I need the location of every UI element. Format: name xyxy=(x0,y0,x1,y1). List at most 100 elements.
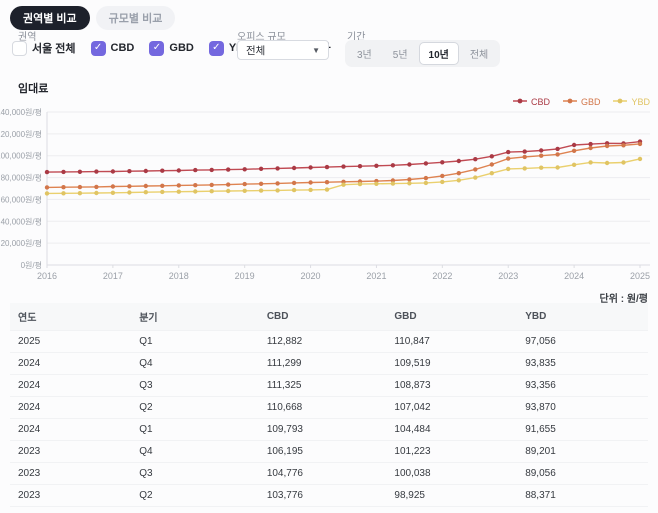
data-point-GBD xyxy=(275,181,279,185)
y-axis-tick-label: 100,000원/평 xyxy=(0,151,42,161)
data-point-YBD xyxy=(127,190,131,194)
data-point-CBD xyxy=(341,164,345,168)
x-axis-tick-label: 2023 xyxy=(498,271,518,281)
data-point-YBD xyxy=(588,160,592,164)
table-row: 2023Q3104,776100,03889,056 xyxy=(10,463,648,485)
data-point-YBD xyxy=(473,175,477,179)
series-line-YBD xyxy=(47,159,640,194)
period-option-3년[interactable]: 3년 xyxy=(347,42,382,65)
table-cell: 2024 xyxy=(10,375,131,397)
table-cell: Q3 xyxy=(131,375,259,397)
data-point-YBD xyxy=(193,189,197,193)
chevron-down-icon: ▼ xyxy=(312,46,320,55)
data-point-YBD xyxy=(160,190,164,194)
data-point-CBD xyxy=(506,150,510,154)
table-cell: 110,668 xyxy=(259,397,387,419)
tab-region-compare[interactable]: 권역별 비교 xyxy=(10,6,90,30)
data-point-GBD xyxy=(292,181,296,185)
table-cell: 103,331 xyxy=(259,507,387,513)
x-axis-tick-label: 2025 xyxy=(630,271,650,281)
data-point-GBD xyxy=(259,182,263,186)
office-size-select[interactable]: 전체 ▼ xyxy=(237,40,329,60)
data-point-CBD xyxy=(457,159,461,163)
checkbox-item-CBD[interactable]: ✓CBD xyxy=(91,41,135,56)
table-cell: 103,776 xyxy=(259,485,387,507)
data-point-CBD xyxy=(193,168,197,172)
data-point-GBD xyxy=(572,149,576,153)
data-point-YBD xyxy=(111,191,115,195)
checkbox-label: GBD xyxy=(169,42,193,54)
table-cell: 87,902 xyxy=(517,507,648,513)
checkbox-unchecked-icon[interactable] xyxy=(12,41,27,56)
checkbox-item-서울-전체[interactable]: 서울 전체 xyxy=(12,40,76,56)
office-size-selected-value: 전체 xyxy=(246,43,265,58)
data-point-CBD xyxy=(259,167,263,171)
data-point-GBD xyxy=(523,155,527,159)
data-point-CBD xyxy=(490,154,494,158)
table-cell: 104,776 xyxy=(259,463,387,485)
table-cell: 106,195 xyxy=(259,441,387,463)
data-point-GBD xyxy=(193,183,197,187)
data-point-CBD xyxy=(523,149,527,153)
data-point-GBD xyxy=(78,185,82,189)
data-point-YBD xyxy=(539,166,543,170)
data-point-YBD xyxy=(391,181,395,185)
table-row: 2025Q1112,882110,84797,056 xyxy=(10,331,648,353)
data-point-GBD xyxy=(490,162,494,166)
y-axis-tick-label: 80,000원/평 xyxy=(1,173,42,183)
period-option-5년[interactable]: 5년 xyxy=(383,42,418,65)
data-point-YBD xyxy=(440,180,444,184)
table-cell: Q4 xyxy=(131,353,259,375)
checkbox-checked-icon[interactable]: ✓ xyxy=(209,41,224,56)
data-point-CBD xyxy=(243,167,247,171)
x-axis-tick-label: 2022 xyxy=(432,271,452,281)
table-row: 2023Q1103,33197,32487,902 xyxy=(10,507,648,513)
data-point-GBD xyxy=(605,144,609,148)
x-axis-tick-label: 2016 xyxy=(37,271,57,281)
data-point-GBD xyxy=(473,167,477,171)
checkbox-checked-icon[interactable]: ✓ xyxy=(149,41,164,56)
data-point-YBD xyxy=(243,189,247,193)
table-cell: 2024 xyxy=(10,419,131,441)
data-point-YBD xyxy=(61,191,65,195)
table-cell: 89,056 xyxy=(517,463,648,485)
data-point-YBD xyxy=(506,167,510,171)
data-point-CBD xyxy=(111,169,115,173)
tab-size-compare[interactable]: 규모별 비교 xyxy=(96,6,176,30)
data-point-GBD xyxy=(440,174,444,178)
data-point-GBD xyxy=(210,183,214,187)
data-point-YBD xyxy=(325,187,329,191)
checkbox-checked-icon[interactable]: ✓ xyxy=(91,41,106,56)
table-cell: 88,371 xyxy=(517,485,648,507)
checkbox-item-GBD[interactable]: ✓ GBD xyxy=(149,41,193,56)
data-point-YBD xyxy=(275,188,279,192)
data-point-GBD xyxy=(424,176,428,180)
data-point-GBD xyxy=(144,184,148,188)
table-cell: 111,325 xyxy=(259,375,387,397)
table-row: 2024Q2110,668107,04293,870 xyxy=(10,397,648,419)
data-point-CBD xyxy=(210,168,214,172)
data-point-CBD xyxy=(572,143,576,147)
data-point-YBD xyxy=(457,178,461,182)
data-point-YBD xyxy=(621,160,625,164)
x-axis-tick-label: 2017 xyxy=(103,271,123,281)
table-cell: 108,873 xyxy=(386,375,517,397)
period-option-10년[interactable]: 10년 xyxy=(419,42,459,65)
period-segmented-control: 3년5년10년전체 xyxy=(345,40,500,67)
data-point-GBD xyxy=(94,185,98,189)
chart-title: 임대료 xyxy=(18,80,48,96)
table-cell: 104,484 xyxy=(386,419,517,441)
data-point-CBD xyxy=(226,167,230,171)
data-point-GBD xyxy=(621,143,625,147)
data-point-YBD xyxy=(424,181,428,185)
table-header-cell: CBD xyxy=(259,303,387,331)
data-point-YBD xyxy=(292,188,296,192)
data-point-CBD xyxy=(45,170,49,174)
table-cell: 2024 xyxy=(10,353,131,375)
table-cell: 100,038 xyxy=(386,463,517,485)
data-point-CBD xyxy=(78,170,82,174)
period-option-전체[interactable]: 전체 xyxy=(460,42,498,65)
table-cell: 109,793 xyxy=(259,419,387,441)
data-point-YBD xyxy=(490,171,494,175)
data-point-CBD xyxy=(391,163,395,167)
